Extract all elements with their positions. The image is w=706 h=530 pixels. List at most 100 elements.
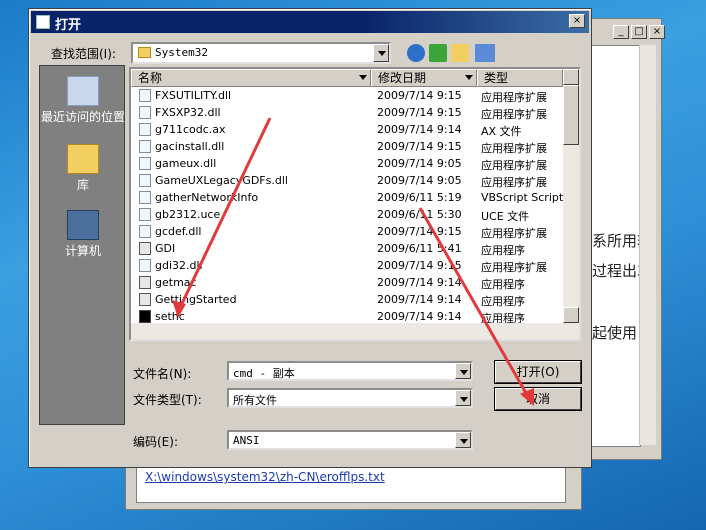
file-type: 应用程序 bbox=[481, 278, 525, 291]
vbs-file-icon bbox=[139, 191, 151, 204]
maximize-button[interactable]: □ bbox=[631, 25, 647, 39]
column-label: 名称 bbox=[138, 71, 163, 85]
column-header-name[interactable]: 名称 bbox=[131, 69, 371, 87]
dll-file-icon bbox=[139, 140, 151, 153]
filename-value: cmd - 副本 bbox=[233, 367, 295, 380]
column-label: 修改日期 bbox=[378, 71, 427, 85]
dialog-title: 打开 bbox=[55, 18, 82, 33]
file-date: 2009/6/11 5:30 bbox=[377, 208, 462, 221]
file-date: 2009/7/14 9:14 bbox=[377, 293, 462, 306]
file-row[interactable]: FXSXP32.dll 2009/7/14 9:15 应用程序扩展 bbox=[131, 104, 563, 121]
place-recent[interactable]: 最近访问的位置 bbox=[40, 76, 126, 125]
up-folder-icon[interactable] bbox=[429, 44, 447, 62]
file-file-icon bbox=[139, 123, 151, 136]
file-row[interactable]: FXSUTILITY.dll 2009/7/14 9:15 应用程序扩展 bbox=[131, 87, 563, 104]
file-date: 2009/6/11 5:41 bbox=[377, 242, 462, 255]
chevron-down-icon[interactable] bbox=[373, 44, 389, 62]
chevron-down-icon[interactable] bbox=[455, 363, 471, 379]
file-row[interactable]: gb2312.uce 2009/6/11 5:30 UCE 文件 bbox=[131, 206, 563, 223]
file-row[interactable]: GettingStarted 2009/7/14 9:14 应用程序 bbox=[131, 291, 563, 308]
file-row[interactable]: GDI 2009/6/11 5:41 应用程序 bbox=[131, 240, 563, 257]
minimize-button[interactable]: _ bbox=[613, 25, 629, 39]
file-name: gb2312.uce bbox=[155, 208, 221, 221]
file-row[interactable]: getmac 2009/7/14 9:14 应用程序 bbox=[131, 274, 563, 291]
file-name: gacinstall.dll bbox=[155, 140, 225, 153]
file-type: AX 文件 bbox=[481, 125, 522, 138]
file-path-link[interactable]: X:\windows\system32\zh-CN\erofflps.txt bbox=[145, 470, 385, 484]
filename-input[interactable]: cmd - 副本 bbox=[227, 361, 473, 381]
file-name: FXSUTILITY.dll bbox=[155, 89, 232, 102]
file-date: 2009/7/14 9:15 bbox=[377, 140, 462, 153]
file-type: 应用程序扩展 bbox=[481, 176, 547, 189]
file-name: GDI bbox=[155, 242, 176, 255]
column-header-type[interactable]: 类型 bbox=[477, 69, 563, 87]
dll-file-icon bbox=[139, 259, 151, 272]
open-file-dialog: 打开 × 查找范围(I): System32 最近访问的位置 库 计算机 名称 … bbox=[28, 8, 592, 468]
chevron-down-icon[interactable] bbox=[455, 432, 471, 448]
back-icon[interactable] bbox=[407, 44, 425, 62]
scroll-down-button[interactable] bbox=[563, 307, 579, 323]
background-window: _ □ × 系所用软 过程出3 起使用 bbox=[590, 18, 665, 460]
file-list: 名称 修改日期 类型 FXSUTILITY.dll 2009/7/14 9:15 应… bbox=[129, 67, 581, 341]
cmd-file-icon bbox=[139, 310, 151, 323]
file-date: 2009/7/14 9:14 bbox=[377, 276, 462, 289]
file-row[interactable]: gatherNetworkInfo 2009/6/11 5:19 VBScript … bbox=[131, 189, 579, 206]
vertical-scrollbar[interactable] bbox=[563, 69, 579, 339]
file-row[interactable]: gacinstall.dll 2009/7/14 9:15 应用程序扩展 bbox=[131, 138, 563, 155]
close-button[interactable]: × bbox=[649, 25, 665, 39]
place-computer[interactable]: 计算机 bbox=[40, 210, 126, 259]
file-type: 应用程序扩展 bbox=[481, 91, 547, 104]
place-label: 库 bbox=[76, 178, 89, 192]
cancel-button[interactable]: 取消 bbox=[494, 387, 582, 411]
look-in-dropdown[interactable]: System32 bbox=[131, 42, 391, 64]
path-field: X:\windows\system32\zh-CN\erofflps.txt bbox=[136, 463, 566, 503]
encoding-dropdown[interactable]: ANSI bbox=[227, 430, 473, 450]
filename-label: 文件名(N): bbox=[133, 367, 192, 381]
file-row[interactable]: g711codc.ax 2009/7/14 9:14 AX 文件 bbox=[131, 121, 563, 138]
new-folder-icon[interactable] bbox=[451, 44, 469, 62]
scroll-thumb[interactable] bbox=[563, 85, 579, 145]
file-row[interactable]: gameux.dll 2009/7/14 9:05 应用程序扩展 bbox=[131, 155, 563, 172]
background-scrollbar[interactable] bbox=[639, 45, 656, 445]
exe-file-icon bbox=[139, 293, 151, 306]
file-type: 应用程序扩展 bbox=[481, 227, 547, 240]
file-type: 应用程序扩展 bbox=[481, 142, 547, 155]
column-header-date[interactable]: 修改日期 bbox=[371, 69, 477, 87]
dialog-close-button[interactable]: × bbox=[569, 14, 585, 28]
scroll-up-button[interactable] bbox=[563, 69, 579, 85]
look-in-label: 查找范围(I): bbox=[51, 47, 116, 61]
exe-file-icon bbox=[139, 276, 151, 289]
horizontal-scrollbar[interactable] bbox=[131, 323, 563, 339]
file-date: 2009/7/14 9:15 bbox=[377, 225, 462, 238]
view-menu-icon[interactable] bbox=[475, 44, 495, 62]
file-name: getmac bbox=[155, 276, 197, 289]
dll-file-icon bbox=[139, 106, 151, 119]
file-date: 2009/7/14 9:15 bbox=[377, 106, 462, 119]
file-type: 应用程序扩展 bbox=[481, 108, 547, 121]
file-row[interactable]: gdi32.dll 2009/7/14 9:15 应用程序扩展 bbox=[131, 257, 563, 274]
place-libraries[interactable]: 库 bbox=[40, 144, 126, 193]
file-date: 2009/7/14 9:05 bbox=[377, 157, 462, 170]
file-row[interactable]: GameUXLegacyGDFs.dll 2009/7/14 9:05 应用程序扩展 bbox=[131, 172, 563, 189]
file-row[interactable]: gcdef.dll 2009/7/14 9:15 应用程序扩展 bbox=[131, 223, 563, 240]
look-in-value: System32 bbox=[155, 46, 208, 59]
file-date: 2009/7/14 9:15 bbox=[377, 259, 462, 272]
notepad-icon bbox=[36, 15, 50, 29]
file-name: GettingStarted bbox=[155, 293, 237, 306]
file-file-icon bbox=[139, 208, 151, 221]
sort-icon bbox=[465, 75, 473, 84]
open-button[interactable]: 打开(O) bbox=[494, 360, 582, 384]
file-type: 应用程序扩展 bbox=[481, 261, 547, 274]
file-name: gatherNetworkInfo bbox=[155, 191, 259, 204]
filetype-dropdown[interactable]: 所有文件 bbox=[227, 388, 473, 408]
file-date: 2009/7/14 9:14 bbox=[377, 310, 462, 323]
file-name: gcdef.dll bbox=[155, 225, 202, 238]
file-name: GameUXLegacyGDFs.dll bbox=[155, 174, 288, 187]
background-text-area: 系所用软 过程出3 起使用 bbox=[591, 45, 652, 447]
recent-places-icon bbox=[67, 76, 99, 106]
dll-file-icon bbox=[139, 89, 151, 102]
chevron-down-icon[interactable] bbox=[455, 390, 471, 406]
file-name: gameux.dll bbox=[155, 157, 217, 170]
encoding-value: ANSI bbox=[233, 434, 260, 447]
folder-icon bbox=[138, 47, 151, 58]
